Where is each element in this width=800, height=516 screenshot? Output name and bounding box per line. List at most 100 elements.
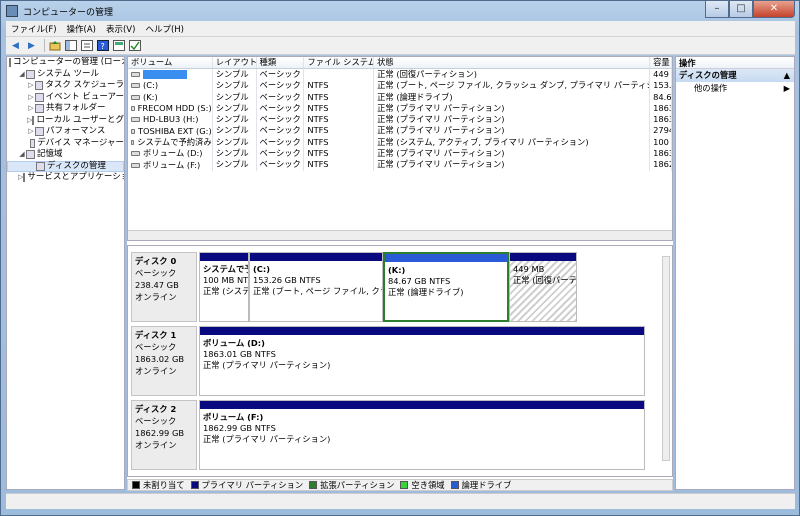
partition-block[interactable]: システムで予100 MB NTFS正常 (システ: [199, 252, 249, 322]
tree-item[interactable]: ▷ パフォーマンス: [7, 126, 124, 138]
table-row[interactable]: ボリューム (D:) シンプル ベーシック NTFS 正常 (プライマリ パーティション…: [128, 148, 672, 160]
horizontal-scrollbar[interactable]: [128, 230, 672, 240]
partition-block[interactable]: ボリューム (F:) 1862.99 GB NTFS 正常 (プライマリ パーティシ…: [199, 400, 645, 470]
table-cell: 2794: [650, 125, 672, 137]
partition-status: 正常 (論理ドライブ): [388, 287, 464, 297]
partition-size: 449 MB: [513, 264, 545, 274]
disk-label[interactable]: ディスク 2 ベーシック 1862.99 GB オンライン: [131, 400, 197, 470]
expander-icon[interactable]: ▷: [27, 103, 35, 115]
actions-section-disk-management[interactable]: ディスクの管理 ▲: [676, 69, 794, 82]
tree-item[interactable]: ▷ イベント ビューアー: [7, 92, 124, 104]
partition-title: ボリューム (F:): [203, 412, 264, 422]
back-arrow-icon[interactable]: ◀: [9, 39, 22, 52]
cell-text: ベーシック: [259, 91, 301, 102]
console-icon[interactable]: [112, 39, 125, 52]
table-row[interactable]: (K:) シンプルベーシック NTFS 正常 (論理ドライブ) 84.67: [128, 91, 672, 103]
properties-icon[interactable]: [80, 39, 93, 52]
help-icon[interactable]: ?: [96, 39, 109, 52]
partition-block[interactable]: (C:) 153.26 GB NTFS 正常 (ブート, ページ ファイル, クラ: [249, 252, 383, 322]
maximize-button[interactable]: □: [729, 1, 753, 18]
minimize-button[interactable]: –: [705, 1, 729, 18]
partition-size: 84.67 GB NTFS: [388, 276, 451, 286]
expander-icon[interactable]: ◢: [18, 149, 26, 161]
table-row[interactable]: TOSHIBA EXT (G:) シンプル ベーシック NTFS 正常 (プライマリ パ…: [128, 125, 672, 137]
actions-item-more[interactable]: 他の操作 ▶: [676, 82, 794, 94]
selected-volume-highlight: [143, 70, 187, 80]
tree-item[interactable]: ディスクの管理: [7, 160, 124, 172]
expander-icon[interactable]: ▷: [27, 80, 35, 92]
table-cell: 正常 (回復パーティション): [374, 69, 651, 81]
col-layout[interactable]: レイアウト: [213, 57, 257, 68]
partition-title: (K:): [388, 265, 406, 275]
col-status[interactable]: 状態: [374, 57, 651, 68]
tree-item[interactable]: コンピューターの管理 (ローカ: [7, 57, 124, 69]
table-row[interactable]: システムで予約済み シンプル ベーシック NTFS 正常 (システム, アクティブ, プ…: [128, 136, 672, 149]
table-row[interactable]: (C:) シンプル ベーシック NTFS 正常 (ブート, ページ ファイル, クラッシ…: [128, 80, 672, 92]
partition-status: 正常 (プライマリ パーティション): [203, 434, 331, 444]
console-tree-icon[interactable]: [64, 39, 77, 52]
table-row[interactable]: HD-LBU3 (H:) シンプル ベーシック NTFS 正常 (プライマリ パーティシ…: [128, 114, 672, 126]
col-volume[interactable]: ボリューム: [128, 57, 213, 68]
vertical-scrollbar[interactable]: [662, 256, 670, 461]
collapse-arrow-icon[interactable]: ▲: [784, 69, 790, 82]
table-cell: シンプル: [213, 114, 257, 126]
table-cell: 1862: [650, 159, 672, 171]
tree-item[interactable]: ◢ 記憶域: [7, 149, 124, 161]
table-cell: [128, 69, 213, 81]
expander-icon[interactable]: ▷: [27, 92, 35, 104]
table-cell: 84.67: [650, 91, 672, 103]
close-button[interactable]: ✕: [753, 1, 795, 18]
cell-text: シンプル: [215, 91, 249, 102]
col-type[interactable]: 種類: [257, 57, 305, 68]
cell-text: ベーシック: [259, 69, 301, 79]
menu-view[interactable]: 表示(V): [101, 23, 140, 35]
forward-arrow-icon[interactable]: ▶: [25, 39, 38, 52]
cell-text: 84.67: [653, 91, 672, 102]
tree-node-icon: [35, 127, 44, 137]
main-window: コンピューターの管理 – □ ✕ ファイル(F) 操作(A) 表示(V) ヘルプ…: [0, 0, 800, 516]
cell-text: ベーシック: [259, 148, 301, 159]
disk-size: 1863.02 GB: [135, 354, 185, 364]
cell-text: HD-LBU3 (H:): [143, 114, 199, 125]
partition-size: 1863.01 GB NTFS: [203, 349, 276, 359]
cell-text: TOSHIBA EXT (G:): [137, 125, 212, 136]
table-row[interactable]: FRECOM HDD (S:) シンプル ベーシック NTFS 正常 (プライマリ パー…: [128, 102, 672, 115]
partition-block[interactable]: (K:) 84.67 GB NTFS 正常 (論理ドライブ): [383, 252, 509, 322]
up-folder-icon[interactable]: [48, 39, 61, 52]
tree-item[interactable]: ▷ タスク スケジューラ: [7, 80, 124, 92]
table-cell: 100 I: [650, 136, 672, 149]
col-capacity[interactable]: 容量: [650, 57, 672, 68]
drive-icon: [131, 106, 135, 112]
expander-icon[interactable]: ◢: [18, 69, 26, 81]
table-row[interactable]: シンプル ベーシック 正常 (回復パーティション) 449 I: [128, 69, 672, 81]
cell-text: システムで予約済み: [137, 136, 212, 147]
tree-item[interactable]: ▷ サービスとアプリケーショ: [7, 172, 124, 184]
partition-type-bar: [200, 401, 644, 409]
drive-icon: [131, 72, 140, 78]
tree-item[interactable]: ▷ ローカル ユーザーとグ: [7, 115, 124, 127]
partition-block[interactable]: ボリューム (D:) 1863.01 GB NTFS 正常 (プライマリ パーティシ…: [199, 326, 645, 396]
legend-item: 空き領域: [400, 479, 445, 491]
actions-item-label: 他の操作: [694, 83, 728, 93]
partition-size: 153.26 GB NTFS: [253, 275, 321, 285]
disk-label[interactable]: ディスク 1 ベーシック 1863.02 GB オンライン: [131, 326, 197, 396]
menu-help[interactable]: ヘルプ(H): [140, 23, 189, 35]
tree-item[interactable]: ◢ システム ツール: [7, 69, 124, 81]
menu-file[interactable]: ファイル(F): [6, 23, 62, 35]
tree-item[interactable]: ▷ 共有フォルダー: [7, 103, 124, 115]
tree-node-icon: [30, 138, 36, 148]
tree-item[interactable]: デバイス マネージャー: [7, 138, 124, 150]
cell-text: シンプル: [215, 159, 249, 170]
table-cell: ベーシック: [257, 159, 305, 171]
col-filesystem[interactable]: ファイル システム: [304, 57, 375, 68]
cell-text: NTFS: [307, 136, 329, 147]
menu-action[interactable]: 操作(A): [62, 23, 101, 35]
table-cell: (C:): [128, 80, 213, 92]
cell-text: シンプル: [215, 80, 249, 91]
disk-label[interactable]: ディスク 0 ベーシック 238.47 GB オンライン: [131, 252, 197, 322]
expander-icon[interactable]: ▷: [27, 126, 35, 138]
partition-block[interactable]: 449 MB 正常 (回復パーテ: [509, 252, 577, 322]
title-bar[interactable]: コンピューターの管理 – □ ✕: [1, 1, 800, 21]
check-icon[interactable]: [128, 39, 141, 52]
table-row[interactable]: ボリューム (F:) シンプル ベーシック NTFS 正常 (プライマリ パーティション…: [128, 159, 672, 171]
